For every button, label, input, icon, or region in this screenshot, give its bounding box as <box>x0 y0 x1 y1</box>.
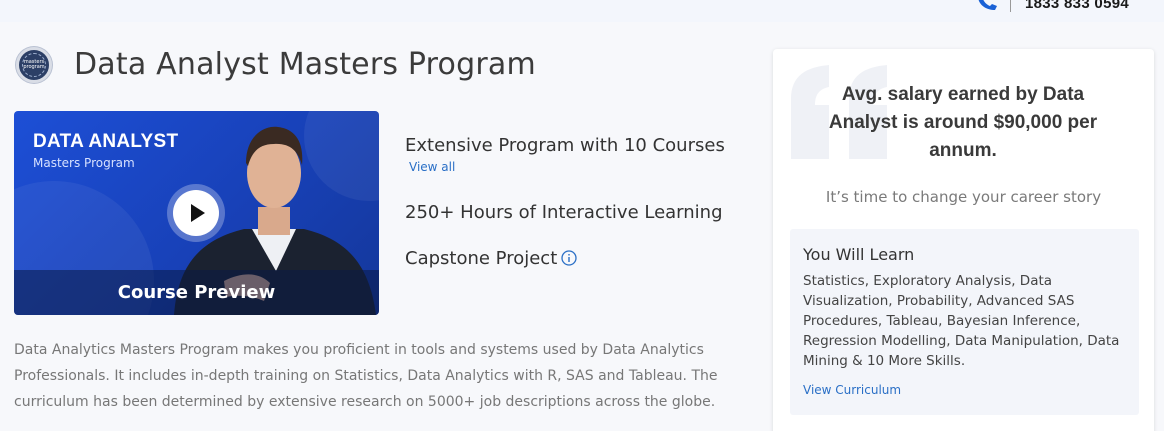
feature-courses: Extensive Program with 10 Courses <box>405 135 725 156</box>
salary-statement: Avg. salary earned by Data Analyst is ar… <box>803 81 1123 165</box>
view-curriculum-link[interactable]: View Curriculum <box>803 383 901 397</box>
program-description: Data Analytics Masters Program makes you… <box>14 342 718 410</box>
salary-line-1: Avg. salary earned by Data <box>841 84 1085 105</box>
info-icon[interactable] <box>561 250 577 266</box>
phone-icon[interactable] <box>975 0 1001 12</box>
career-tagline: It’s time to change your career story <box>825 188 1102 206</box>
salary-line-3: annum. <box>929 140 997 161</box>
salary-card: Avg. salary earned by Data Analyst is ar… <box>773 49 1154 431</box>
program-badge-logo: masters program <box>16 47 52 83</box>
play-button[interactable] <box>173 190 219 236</box>
topbar-divider <box>1010 0 1011 12</box>
phone-number[interactable]: 1833 833 0594 <box>1025 0 1129 12</box>
feature-hours: 250+ Hours of Interactive Learning <box>405 202 723 223</box>
video-title: DATA ANALYST <box>33 131 179 152</box>
learn-skills-text: Statistics, Exploratory Analysis, Data V… <box>803 273 1120 369</box>
learn-title: You Will Learn <box>803 245 915 264</box>
course-preview-label: Course Preview <box>117 282 276 303</box>
top-bar: 1833 833 0594 <box>0 0 1164 22</box>
play-icon <box>191 204 205 222</box>
video-subtitle: Masters Program <box>33 156 135 170</box>
page-title: Data Analyst Masters Program <box>74 47 536 82</box>
you-will-learn-box: You Will Learn Statistics, Exploratory A… <box>790 229 1139 415</box>
view-all-link[interactable]: View all <box>409 160 455 174</box>
salary-line-2: Analyst is around $90,000 per <box>828 112 1098 133</box>
feature-capstone: Capstone Project <box>405 248 558 269</box>
course-preview-video[interactable]: DATA ANALYST Masters Program Course Prev… <box>14 111 379 315</box>
badge-text: masters program <box>23 59 45 70</box>
